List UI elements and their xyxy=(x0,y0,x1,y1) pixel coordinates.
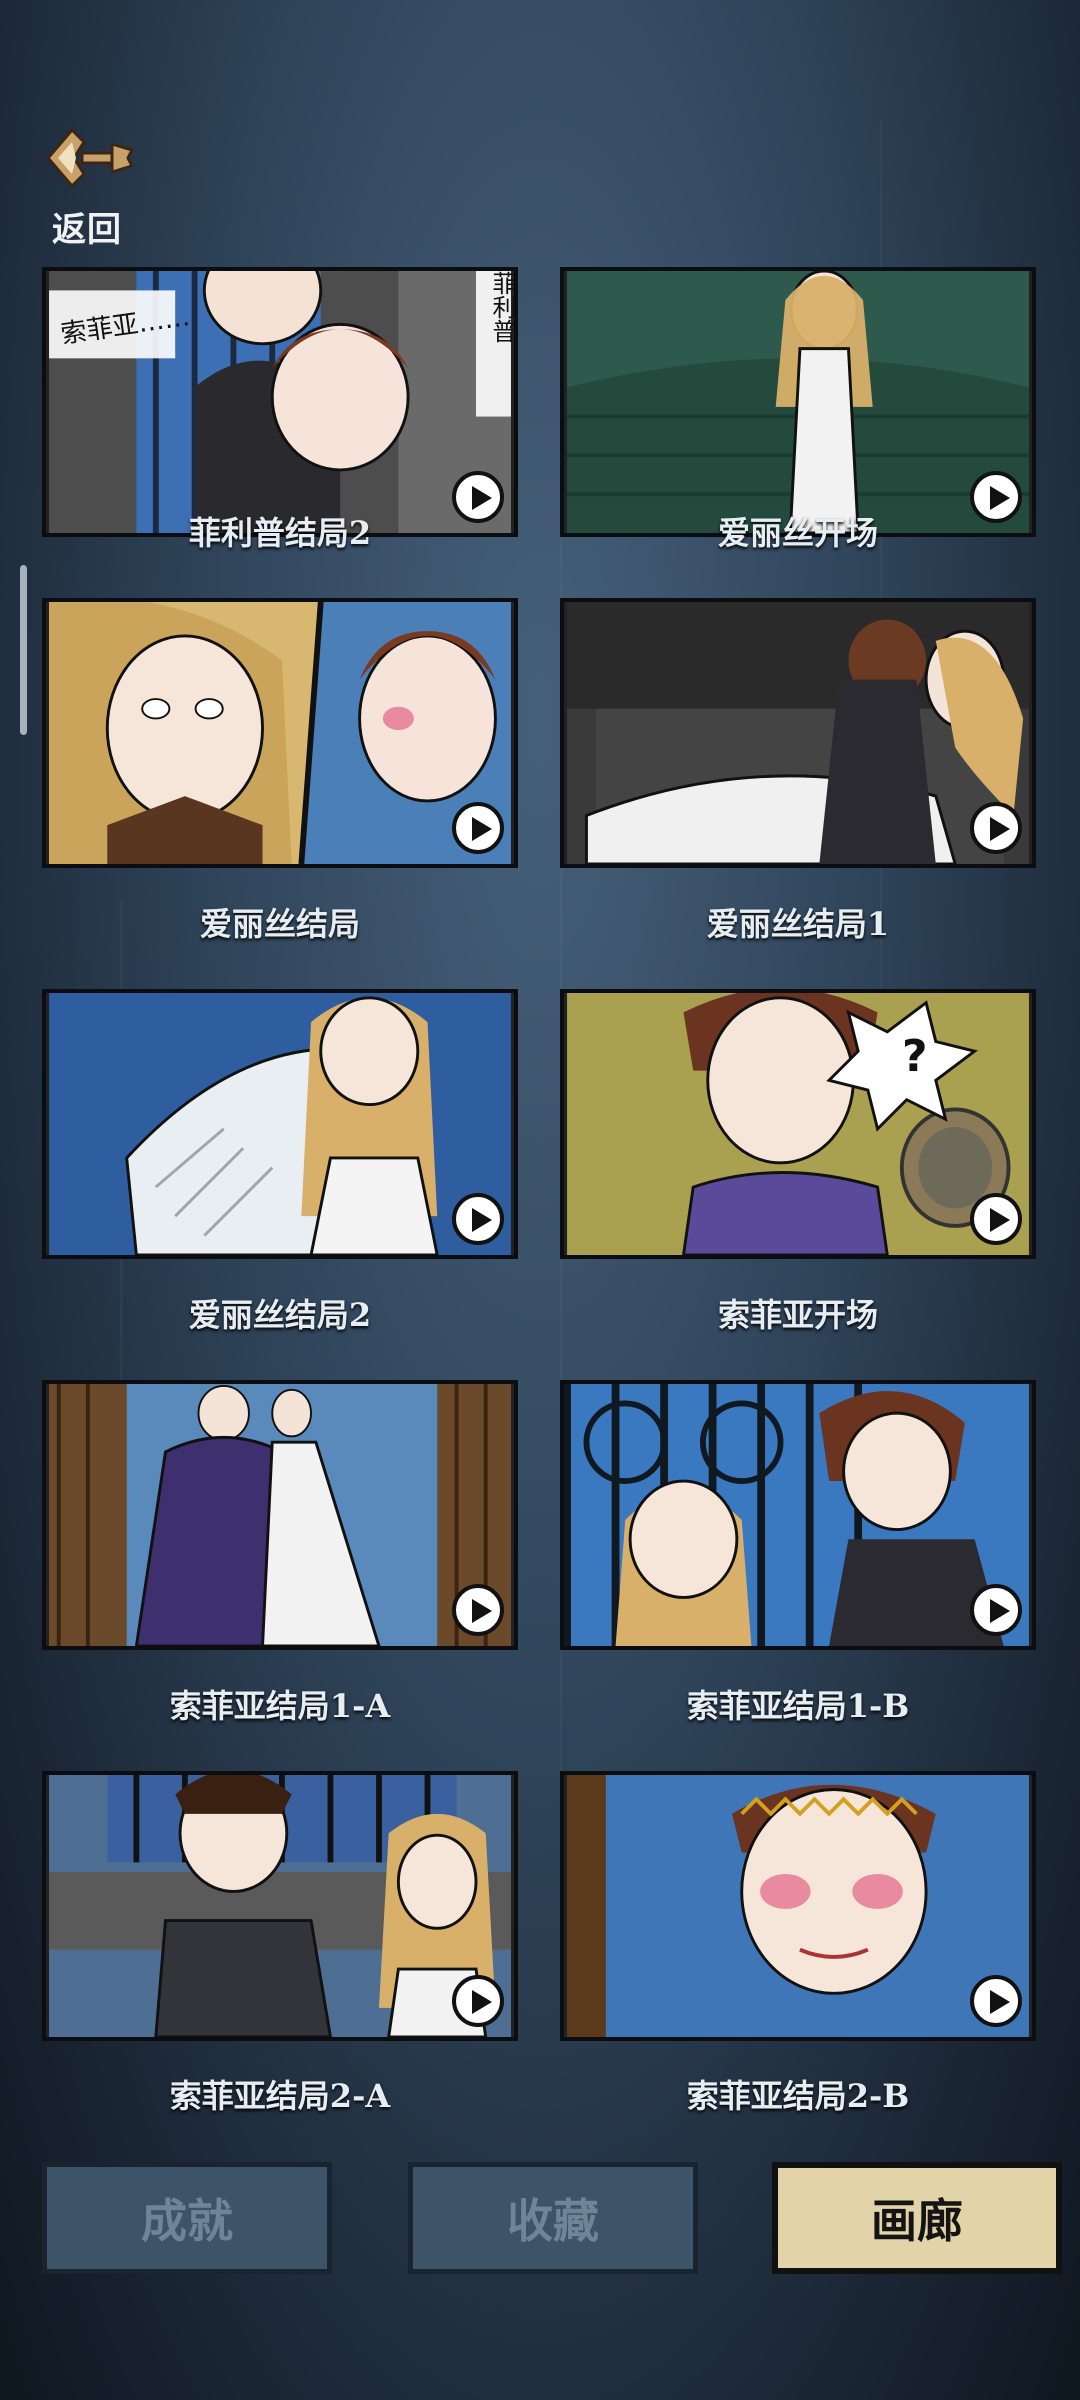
card-title: 爱丽丝结局1 xyxy=(706,905,890,943)
play-button[interactable] xyxy=(452,1193,504,1245)
tab-gallery[interactable]: 画廊 xyxy=(772,2162,1062,2274)
artwork-image xyxy=(564,1384,1029,1646)
gallery-card[interactable] xyxy=(560,1380,1036,1650)
tab-collection[interactable]: 收藏 xyxy=(408,2162,698,2274)
card-title: 索菲亚结局1-A xyxy=(169,1687,391,1725)
back-label: 返回 xyxy=(52,210,122,250)
play-button[interactable] xyxy=(970,802,1022,854)
gallery-card[interactable] xyxy=(42,598,518,868)
gallery-card[interactable]: 索菲亚…… 菲利普 xyxy=(42,267,518,537)
back-button[interactable]: 返回 xyxy=(40,110,140,250)
play-button[interactable] xyxy=(970,1975,1022,2027)
gallery-card[interactable] xyxy=(560,267,1036,537)
play-button[interactable] xyxy=(452,1584,504,1636)
gallery-card[interactable]: ? xyxy=(560,989,1036,1259)
gallery-card[interactable] xyxy=(42,1771,518,2041)
gallery-card[interactable] xyxy=(560,598,1036,868)
artwork-image xyxy=(567,271,1029,533)
artwork-image xyxy=(49,602,511,864)
gallery-card[interactable] xyxy=(560,1771,1036,2041)
artwork-image xyxy=(49,1775,511,2037)
card-title: 爱丽丝结局2 xyxy=(188,1296,372,1334)
play-button[interactable] xyxy=(452,1975,504,2027)
gallery-grid[interactable]: 索菲亚…… 菲利普 菲利普结局2 爱丽丝开场 爱丽丝结局 爱丽丝结局1 爱丽丝结… xyxy=(0,265,1080,2115)
artwork-image xyxy=(567,993,1029,1255)
card-title: 菲利普结局2 xyxy=(188,514,372,552)
artwork-image xyxy=(49,993,511,1255)
card-title: 索菲亚开场 xyxy=(717,1296,878,1334)
artwork-image xyxy=(567,602,1029,864)
play-button[interactable] xyxy=(970,1584,1022,1636)
card-title: 爱丽丝开场 xyxy=(717,514,878,552)
card-title: 索菲亚结局2-A xyxy=(169,2077,391,2115)
gallery-card[interactable] xyxy=(42,1380,518,1650)
gallery-card[interactable] xyxy=(42,989,518,1259)
tab-achievements[interactable]: 成就 xyxy=(42,2162,332,2274)
artwork-image xyxy=(49,1384,511,1646)
card-title: 爱丽丝结局 xyxy=(199,905,360,943)
key-arrow-icon xyxy=(46,127,135,189)
artwork-image xyxy=(567,1775,1029,2037)
card-title: 索菲亚结局1-B xyxy=(686,1687,910,1725)
speech-bubble-text: 菲利普 xyxy=(488,271,516,343)
play-button[interactable] xyxy=(452,802,504,854)
play-button[interactable] xyxy=(970,1193,1022,1245)
question-bubble: ? xyxy=(902,1031,928,1082)
card-title: 索菲亚结局2-B xyxy=(686,2077,910,2115)
bottom-tab-bar: 成就 收藏 画廊 xyxy=(0,2140,1080,2400)
